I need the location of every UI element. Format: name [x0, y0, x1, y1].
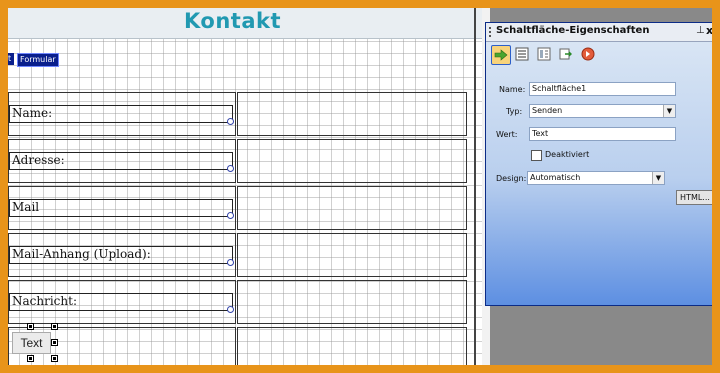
form-tag-left: t — [8, 53, 14, 65]
table-cell[interactable]: Mail-Anhang (Upload): — [8, 233, 236, 277]
panel-title: Schaltfläche-Eigenschaften — [496, 25, 650, 36]
selection-handle[interactable] — [51, 339, 58, 346]
type-label: Typ: — [506, 107, 523, 116]
field-label: Mail — [12, 200, 40, 214]
form-row-mail: Mail — [8, 186, 474, 230]
layout-icon[interactable] — [535, 45, 553, 63]
field-label: Adresse: — [12, 153, 65, 167]
form-row-name: Name: — [8, 92, 474, 136]
field-label: Nachricht: — [12, 294, 77, 308]
field-label: Mail-Anhang (Upload): — [12, 247, 151, 261]
adresse-field[interactable]: Adresse: — [9, 152, 234, 172]
field-label: Name: — [12, 106, 53, 120]
panel-header[interactable]: Schaltfläche-Eigenschaften ⊥ x — [486, 23, 712, 42]
arrow-right-icon[interactable] — [491, 45, 511, 65]
canvas-divider — [474, 8, 476, 365]
table-cell[interactable] — [237, 233, 467, 277]
table-cell[interactable] — [237, 186, 467, 230]
table-cell[interactable] — [237, 280, 467, 324]
selection-handle[interactable] — [51, 355, 58, 362]
html-button[interactable]: HTML... — [676, 190, 712, 205]
form-row-upload: Mail-Anhang (Upload): — [8, 233, 474, 277]
disabled-label: Deaktiviert — [545, 150, 590, 159]
resize-handle[interactable] — [227, 165, 234, 172]
selection-handle[interactable] — [27, 323, 34, 330]
pin-icon[interactable]: ⊥ — [696, 25, 705, 36]
table-cell[interactable]: Nachricht: — [8, 280, 236, 324]
stop-icon[interactable] — [579, 45, 597, 63]
design-label: Design: — [496, 174, 527, 183]
resize-handle[interactable] — [227, 118, 234, 125]
nachricht-field[interactable]: Nachricht: — [9, 293, 234, 313]
value-label: Wert: — [496, 130, 518, 139]
name-input[interactable]: Schaltfläche1 — [529, 82, 676, 96]
upload-field[interactable]: Mail-Anhang (Upload): — [9, 246, 234, 266]
resize-handle[interactable] — [227, 259, 234, 266]
table-cell[interactable]: Adresse: — [8, 139, 236, 183]
properties-panel: Schaltfläche-Eigenschaften ⊥ x Name: Sch… — [485, 22, 712, 306]
design-select[interactable]: Automatisch ▼ — [527, 171, 665, 185]
disabled-checkbox[interactable] — [531, 150, 542, 161]
form-row-adresse: Adresse: — [8, 139, 474, 183]
resize-handle[interactable] — [227, 306, 234, 313]
table-cell[interactable]: Name: — [8, 92, 236, 136]
name-label: Name: — [499, 85, 526, 94]
table-cell[interactable] — [237, 327, 467, 365]
table-cell[interactable]: Mail — [8, 186, 236, 230]
type-select[interactable]: Senden ▼ — [529, 104, 676, 118]
grip-icon[interactable] — [489, 27, 491, 38]
form-row-nachricht: Nachricht: — [8, 280, 474, 324]
chevron-down-icon[interactable]: ▼ — [663, 105, 675, 117]
text-button[interactable]: Text — [12, 332, 51, 354]
selection-handle[interactable] — [27, 355, 34, 362]
editor-frame: Kontakt t Formular Name: Adresse: Mail M… — [8, 8, 712, 365]
table-cell[interactable] — [237, 139, 467, 183]
name-field[interactable]: Name: — [9, 105, 234, 125]
mail-field[interactable]: Mail — [9, 199, 234, 219]
value-input[interactable]: Text — [529, 127, 676, 141]
chevron-down-icon[interactable]: ▼ — [652, 172, 664, 184]
type-value: Senden — [532, 106, 563, 115]
table-cell[interactable] — [237, 92, 467, 136]
design-value: Automatisch — [530, 173, 581, 182]
resize-handle[interactable] — [227, 212, 234, 219]
form-row-button — [8, 327, 474, 365]
panel-toolbar — [489, 45, 711, 65]
design-canvas[interactable]: Kontakt t Formular Name: Adresse: Mail M… — [8, 8, 482, 365]
close-icon[interactable]: x — [706, 24, 712, 37]
selection-handle[interactable] — [51, 323, 58, 330]
page-title: Kontakt — [184, 9, 281, 33]
export-icon[interactable] — [557, 45, 575, 63]
form-tag[interactable]: Formular — [17, 53, 59, 67]
page-header: Kontakt — [8, 8, 482, 39]
list-icon[interactable] — [513, 45, 531, 63]
